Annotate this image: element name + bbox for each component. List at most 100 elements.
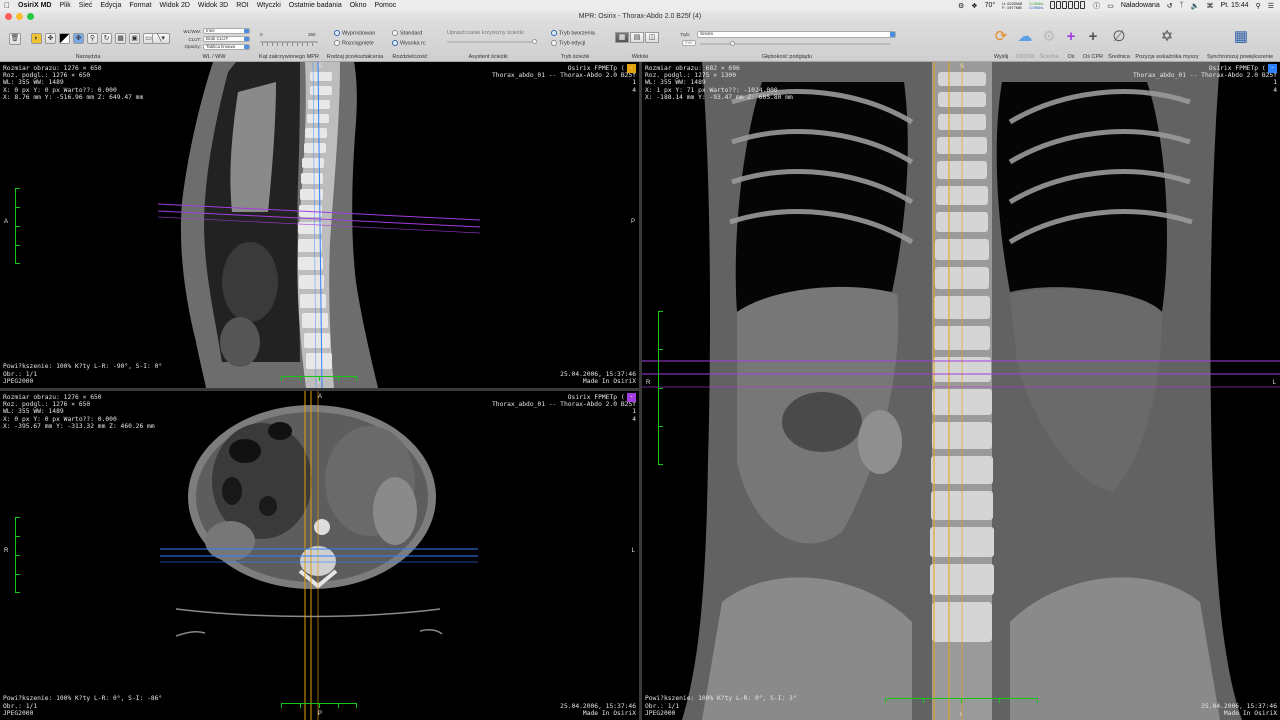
apple-menu-icon[interactable]:  (4, 1, 10, 10)
label-export: Wyślij (993, 54, 1009, 60)
menu-app-name[interactable]: OsiriX MD (18, 2, 51, 9)
group-label-views: Widoki (631, 54, 649, 60)
overlay-bottom-right: 25.04.2006, 15:37:46 Made In OsiriX (560, 370, 636, 385)
dicom-icon[interactable]: ☁ (1015, 27, 1035, 47)
info-icon[interactable]: ⓘ (1093, 1, 1100, 11)
bluetooth-icon[interactable]: ᛉ (1180, 2, 1184, 9)
wlww-select[interactable]: Inne (203, 28, 250, 34)
scroll-tool-icon[interactable]: ▦ (115, 33, 126, 44)
sync-zoom-icon[interactable]: ▦ (1231, 27, 1251, 47)
scale-bar-vertical (15, 517, 20, 593)
contrast-tool-icon[interactable] (59, 33, 70, 44)
layout-rows-icon[interactable]: ▤ (630, 32, 644, 43)
axis-icon[interactable]: + (1061, 27, 1081, 47)
layout-grid-icon[interactable]: ▦ (615, 32, 629, 43)
export-icon[interactable]: ⟳ (991, 27, 1011, 47)
menu-window[interactable]: Okno (350, 2, 367, 9)
viewport-sagittal[interactable]: Rozmiar obrazu: 1276 × 650 Roz. podgl.: … (0, 62, 639, 388)
close-window-button[interactable] (5, 13, 12, 20)
menu-plugins[interactable]: Wtyczki (257, 2, 281, 9)
resample-opt1[interactable]: Wyprostowan (334, 30, 375, 36)
trash-icon[interactable]: 🗑 (9, 33, 21, 45)
zoom-window-button[interactable] (27, 13, 34, 20)
notification-center-icon[interactable]: ☰ (1268, 2, 1274, 10)
gear-icon[interactable]: ⚙ (958, 2, 964, 10)
menu-view-3d[interactable]: Widok 3D (198, 2, 228, 9)
radio-icon (551, 30, 557, 36)
volume-icon[interactable]: 🔈 (1191, 2, 1200, 10)
resolution-opt1[interactable]: Standard (392, 30, 422, 36)
clock[interactable]: Pt. 15:44 (1221, 2, 1249, 9)
network-readout[interactable]: 0,0KB/s 0,0KB/s (1029, 1, 1043, 10)
viewport-axial[interactable]: Rozmiar obrazu: 1276 × 650 Roz. podgl.: … (0, 391, 639, 720)
orientation-left: R (4, 548, 9, 554)
overlay-top-right: Osirix FPMETp ( -, Thorax_abdo_01 -- Tho… (491, 394, 636, 423)
3d-rotate-tool-icon[interactable]: ▣ (129, 33, 140, 44)
depth-mode-label: Tryb: (680, 32, 691, 37)
slider-min-label: 0 (260, 32, 263, 37)
overlay-top-right: Osirix FPMETp ( -, Thorax_abdo_01 -- Tho… (1132, 65, 1277, 94)
move-tool-icon[interactable]: ✥ (45, 33, 56, 44)
coronal-image (642, 62, 1280, 720)
resolution-opt2[interactable]: Wysoka rc (392, 40, 426, 46)
rotate-tool-icon[interactable]: ↻ (101, 33, 112, 44)
cpr-axis-icon[interactable]: + (1083, 27, 1103, 47)
depth-mm-field[interactable]: mm (682, 40, 696, 46)
pan-tool-icon[interactable]: ✥ (73, 33, 84, 44)
temperature-readout[interactable]: 70° (985, 2, 996, 9)
layout-columns-icon[interactable]: ◫ (645, 32, 659, 43)
menu-edit[interactable]: Edycja (100, 2, 121, 9)
orientation-right: P (630, 219, 635, 225)
diameter-icon[interactable]: ∅ (1109, 27, 1129, 47)
resample-opt2[interactable]: Rozciągnięte (334, 40, 374, 46)
measure-tool-icon[interactable]: ╲▾ (152, 33, 170, 44)
overlay-bottom-left: Powi?kszenie: 100% K?ty L-R: 0°, S-I: 3°… (645, 695, 797, 717)
memory-readout[interactable]: U: 6220MB F: 1977MB (1002, 1, 1022, 10)
depth-slider[interactable] (700, 43, 890, 45)
wlww-labels: WL/WW: CLUT: Opacity: (183, 29, 201, 49)
overlay-bottom-right: 25.04.2006, 15:37:46 Made In OsiriX (560, 702, 636, 717)
menu-format[interactable]: Format (129, 2, 151, 9)
path-simplify-slider[interactable] (447, 41, 535, 43)
overlay-top-left: Rozmiar obrazu: 1276 × 650 Roz. podgl.: … (3, 394, 155, 430)
menu-help[interactable]: Pomoc (374, 2, 396, 9)
wlww-tool-icon[interactable]: ◐ (31, 33, 42, 44)
dropbox-icon[interactable]: ❖ (971, 2, 977, 10)
orientation-bottom: I (960, 712, 962, 718)
slider-ticks (262, 43, 316, 46)
wifi-icon[interactable]: ⌘ (1207, 2, 1214, 10)
group-label-mpr-angle: Kąt zakrzywionego MPR (259, 54, 319, 60)
time-machine-icon[interactable]: ↺ (1167, 2, 1173, 10)
clut-select[interactable]: Brak CLUT (203, 36, 250, 42)
radio-icon (392, 40, 398, 46)
battery-status[interactable]: Naładowana (1121, 2, 1160, 9)
radio-icon (334, 40, 340, 46)
orientation-bottom: P (318, 711, 323, 717)
path-mode-create[interactable]: Tryb tworzenia (551, 30, 595, 36)
minimize-window-button[interactable] (16, 13, 23, 20)
menu-file[interactable]: Plik (59, 2, 70, 9)
menu-network[interactable]: Sieć (79, 2, 93, 9)
group-label-tools: Narzędzia (75, 54, 101, 60)
menu-view-2d[interactable]: Widok 2D (160, 2, 190, 9)
axis-color-badge: - (627, 393, 636, 402)
group-label-depth: Głębokość podglądu (761, 54, 813, 60)
depth-mode-select[interactable]: Średni (697, 31, 896, 38)
viewport-coronal[interactable]: Rozmiar obrazu: 682 × 696 Roz. podgl.: 1… (642, 62, 1280, 720)
zoom-tool-icon[interactable]: ⚲ (87, 33, 98, 44)
scale-bar-vertical (15, 188, 20, 264)
path-simplify-label: Upraszczanie krzywizny ścieżki (447, 30, 524, 36)
mouse-position-icon[interactable]: ✡ (1157, 27, 1177, 47)
orientation-left: A (4, 219, 9, 225)
menu-recent-studies[interactable]: Ostatnie badania (289, 2, 342, 9)
menu-roi[interactable]: ROI (236, 2, 248, 9)
cpu-bars-icon[interactable] (1050, 0, 1086, 11)
path-simplify-knob[interactable] (532, 39, 537, 44)
battery-icon[interactable]: ▭ (1107, 2, 1114, 10)
label-mouse-pos: Pozycja wskaźnika myszy (1135, 54, 1199, 60)
depth-slider-knob[interactable] (730, 41, 735, 46)
path-mode-edit[interactable]: Tryb edycji (551, 40, 585, 46)
spotlight-icon[interactable]: ⚲ (1256, 2, 1261, 10)
opacity-select[interactable]: Tablica liniowa (203, 44, 250, 50)
path-icon[interactable]: ⚙ (1039, 27, 1059, 47)
